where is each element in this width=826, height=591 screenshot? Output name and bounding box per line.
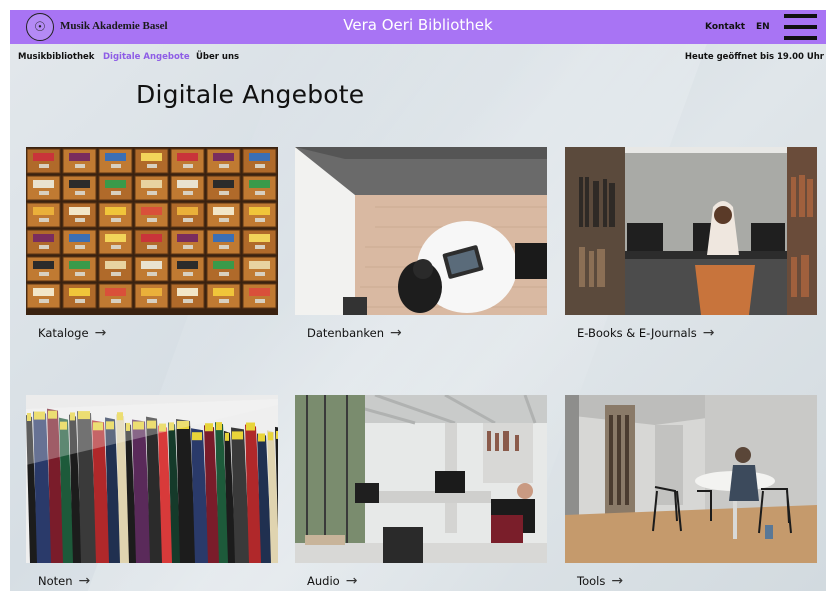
card-image-computer-room bbox=[295, 395, 547, 563]
card-label: Datenbanken bbox=[307, 326, 385, 340]
logo-icon: ☉ bbox=[34, 19, 46, 35]
menu-icon[interactable] bbox=[784, 14, 817, 40]
card-kataloge[interactable]: Kataloge → bbox=[26, 147, 278, 341]
kontakt-link[interactable]: Kontakt bbox=[705, 22, 745, 32]
card-label: Audio bbox=[307, 574, 340, 588]
card-noten[interactable]: Noten → bbox=[26, 395, 278, 589]
card-tools[interactable]: Tools → bbox=[565, 395, 817, 589]
card-datenbanken[interactable]: Datenbanken → bbox=[295, 147, 547, 341]
card-ebooks-ejournals[interactable]: E-Books & E-Journals → bbox=[565, 147, 817, 341]
arrow-right-icon: → bbox=[345, 573, 358, 589]
card-image-reading-desk bbox=[565, 147, 817, 315]
card-image-sheet-music-shelf bbox=[26, 395, 278, 563]
card-label: Kataloge bbox=[38, 326, 89, 340]
top-bar: ☉ Musik Akademie Basel Vera Oeri Bibliot… bbox=[10, 10, 826, 44]
arrow-right-icon: → bbox=[78, 573, 91, 589]
academy-logo[interactable]: ☉ bbox=[26, 13, 54, 41]
language-switch[interactable]: EN bbox=[756, 22, 770, 32]
brand-name[interactable]: Musik Akademie Basel bbox=[60, 20, 168, 32]
arrow-right-icon: → bbox=[390, 325, 402, 341]
card-label: E-Books & E-Journals bbox=[577, 326, 697, 340]
nav-musikbibliothek[interactable]: Musikbibliothek bbox=[18, 52, 94, 62]
sub-navigation: Musikbibliothek Digitale Angebote Über u… bbox=[10, 52, 826, 66]
card-label: Tools bbox=[577, 574, 606, 588]
card-image-laptop-desk bbox=[295, 147, 547, 315]
card-image-catalog-drawers bbox=[26, 147, 278, 315]
arrow-right-icon: → bbox=[611, 573, 624, 589]
card-image-study-tables bbox=[565, 395, 817, 563]
opening-hours: Heute geöffnet bis 19.00 Uhr bbox=[684, 52, 824, 62]
arrow-right-icon: → bbox=[702, 325, 715, 341]
card-audio[interactable]: Audio → bbox=[295, 395, 547, 589]
card-label: Noten bbox=[38, 574, 73, 588]
arrow-right-icon: → bbox=[94, 325, 107, 341]
nav-digitale-angebote[interactable]: Digitale Angebote bbox=[103, 52, 190, 62]
page: ☉ Musik Akademie Basel Vera Oeri Bibliot… bbox=[10, 10, 826, 591]
page-title: Digitale Angebote bbox=[136, 80, 365, 109]
nav-ueber-uns[interactable]: Über uns bbox=[196, 52, 239, 62]
